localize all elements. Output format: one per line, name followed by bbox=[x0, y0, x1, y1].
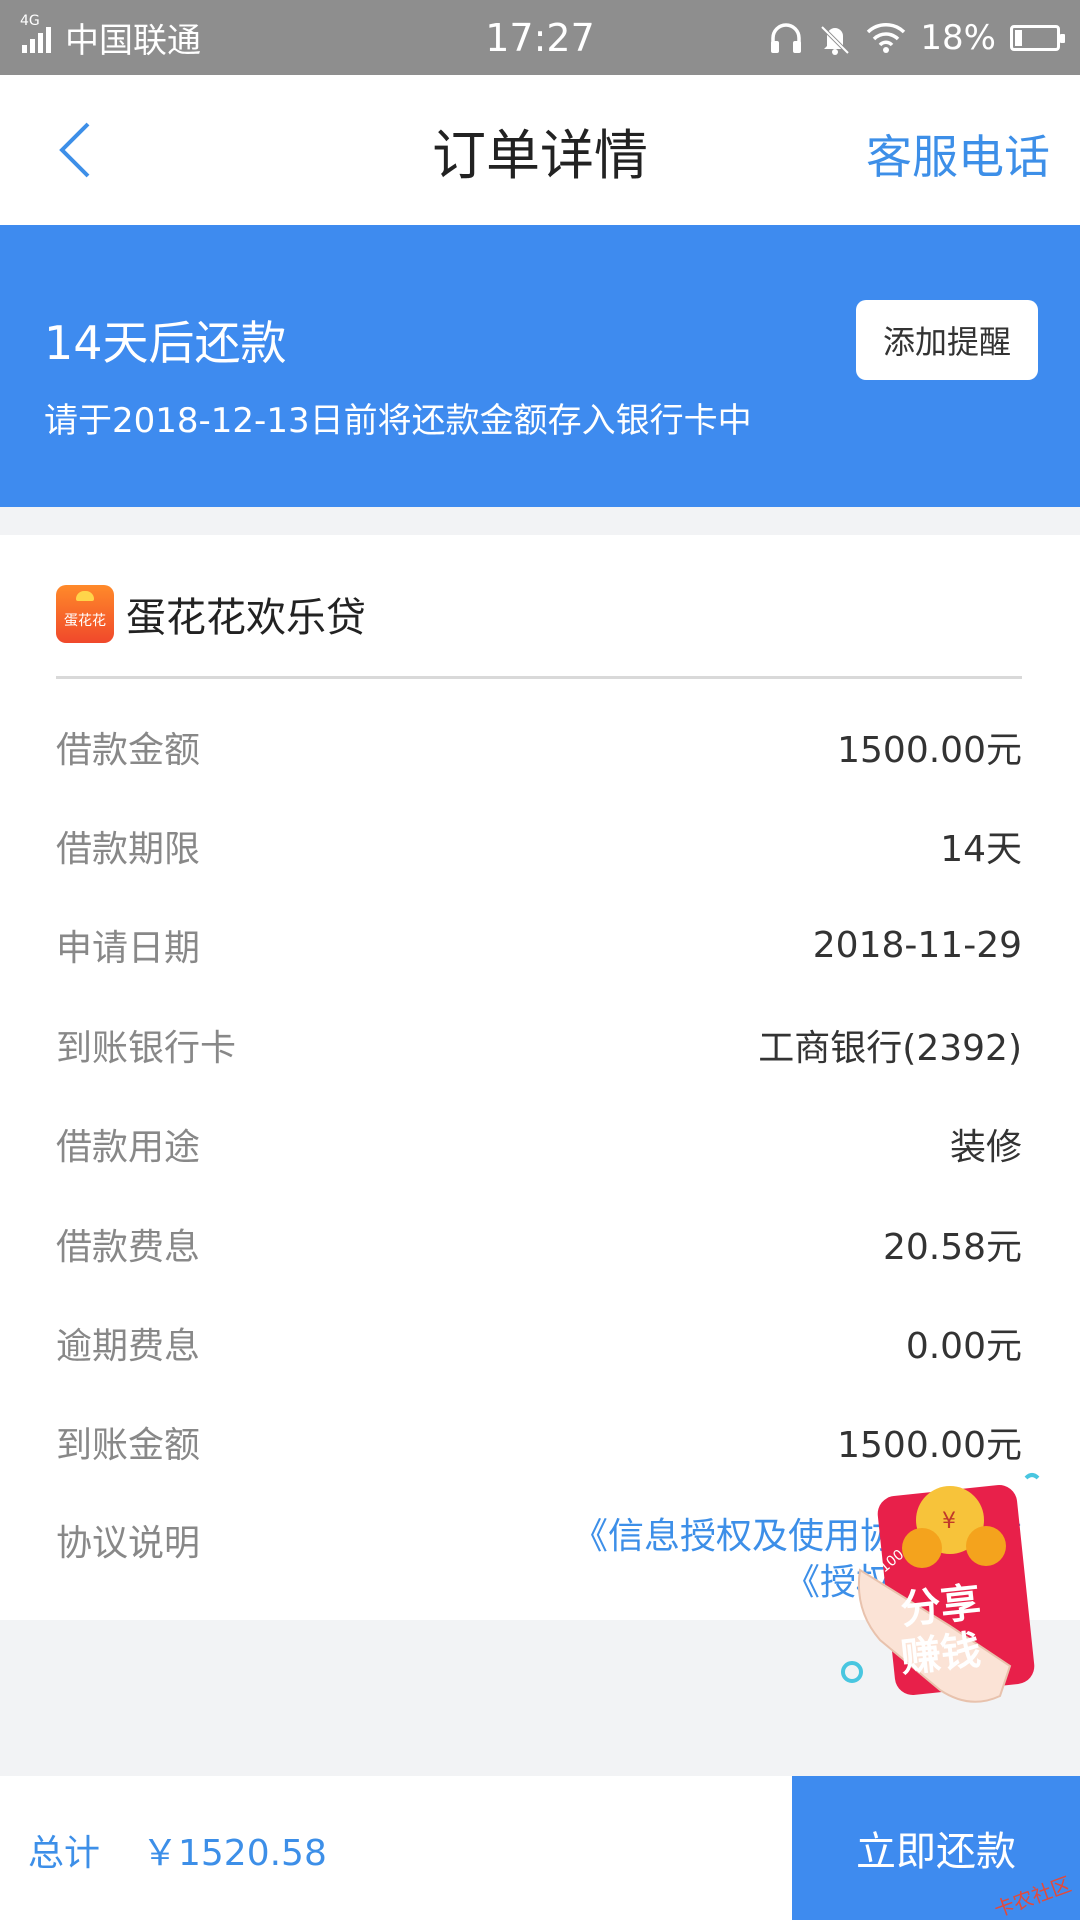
product-name: 蛋花花欢乐贷 bbox=[126, 595, 366, 641]
detail-row-loan-term: 借款期限 14天 bbox=[56, 796, 1022, 895]
detail-row-bank-card: 到账银行卡 工商银行(2392) bbox=[56, 995, 1022, 1094]
detail-row-loan-fee: 借款费息 20.58元 bbox=[56, 1194, 1022, 1293]
detail-label: 协议说明 bbox=[56, 1523, 201, 1565]
detail-value: 2018-11-29 bbox=[812, 924, 1022, 966]
detail-label: 借款用途 bbox=[56, 1127, 201, 1169]
divider bbox=[56, 676, 1022, 679]
detail-value: 0.00元 bbox=[905, 1326, 1022, 1368]
status-left: 4G 中国联通 bbox=[20, 13, 201, 62]
detail-label: 到账金额 bbox=[56, 1425, 201, 1467]
share-badge-line1: 分享 bbox=[899, 1579, 983, 1633]
bottom-bar: 总计 ￥1520.58 立即还款 卡农社区 bbox=[0, 1776, 1080, 1920]
detail-row-overdue-fee: 逾期费息 0.00元 bbox=[56, 1293, 1022, 1392]
detail-value: 20.58元 bbox=[882, 1226, 1022, 1268]
svg-text:¥: ¥ bbox=[942, 1509, 956, 1534]
carrier-name: 中国联通 bbox=[65, 21, 201, 61]
status-right: 18% bbox=[768, 17, 1065, 58]
detail-label: 申请日期 bbox=[56, 928, 201, 970]
detail-label: 到账银行卡 bbox=[56, 1027, 237, 1069]
network-type: 4G bbox=[20, 12, 40, 29]
detail-label: 借款金额 bbox=[56, 729, 201, 771]
share-earn-graphic: ¥ 100 分享 赚钱 bbox=[841, 1473, 1040, 1703]
share-badge-line2: 赚钱 bbox=[899, 1627, 983, 1681]
bell-muted-icon bbox=[821, 25, 850, 55]
detail-label: 借款期限 bbox=[56, 829, 201, 871]
repay-now-button[interactable]: 立即还款 卡农社区 bbox=[792, 1776, 1080, 1920]
detail-value: 14天 bbox=[940, 829, 1022, 871]
nav-bar: 订单详情 客服电话 bbox=[0, 75, 1080, 225]
battery-icon bbox=[1010, 24, 1065, 51]
detail-row-apply-date: 申请日期 2018-11-29 bbox=[56, 896, 1022, 995]
total-label: 总计 bbox=[28, 1833, 101, 1874]
headphones-icon bbox=[771, 22, 802, 53]
wifi-icon bbox=[867, 22, 906, 53]
detail-row-loan-amount: 借款金额 1500.00元 bbox=[56, 697, 1022, 796]
detail-row-loan-purpose: 借款用途 装修 bbox=[56, 1095, 1022, 1194]
repay-now-label: 立即还款 bbox=[856, 1829, 1016, 1875]
repayment-deadline-note: 请于2018-12-13日前将还款金额存入银行卡中 bbox=[44, 401, 752, 441]
page-title: 订单详情 bbox=[432, 123, 648, 187]
total-amount: ￥1520.58 bbox=[142, 1833, 327, 1874]
repayment-banner: 14天后还款 请于2018-12-13日前将还款金额存入银行卡中 添加提醒 bbox=[0, 225, 1080, 507]
detail-label: 借款费息 bbox=[56, 1226, 201, 1268]
detail-label: 逾期费息 bbox=[56, 1326, 201, 1368]
repayment-countdown: 14天后还款 bbox=[44, 316, 287, 370]
battery-percent: 18% bbox=[920, 17, 996, 58]
product-header: 蛋花花 蛋花花欢乐贷 bbox=[56, 585, 366, 643]
detail-value: 1500.00元 bbox=[837, 729, 1022, 771]
chevron-left-icon[interactable] bbox=[50, 120, 110, 180]
detail-value: 装修 bbox=[949, 1127, 1022, 1169]
product-logo-text: 蛋花花 bbox=[64, 613, 106, 629]
signal-icon: 4G bbox=[20, 13, 51, 53]
share-earn-badge[interactable]: ¥ 100 分享 赚钱 bbox=[840, 1450, 1080, 1720]
detail-value: 工商银行(2392) bbox=[758, 1027, 1022, 1069]
status-bar: 4G 中国联通 17:27 18% bbox=[0, 0, 1080, 75]
product-logo: 蛋花花 bbox=[56, 585, 114, 643]
customer-service-phone-link[interactable]: 客服电话 bbox=[866, 121, 1050, 187]
add-reminder-button[interactable]: 添加提醒 bbox=[856, 300, 1038, 380]
